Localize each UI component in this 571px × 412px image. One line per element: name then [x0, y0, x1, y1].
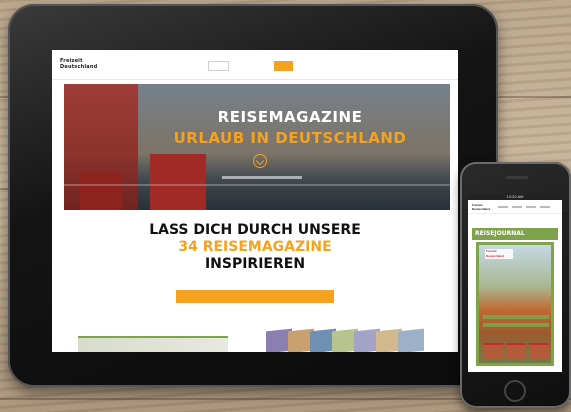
phone-nav-item[interactable] [526, 206, 536, 208]
magazine-stack-right[interactable] [266, 328, 436, 352]
nav-item[interactable] [128, 61, 140, 71]
pitch-line-1: LASS DICH DURCH UNSERE [149, 222, 361, 238]
cover-thumbnail [506, 343, 526, 359]
nav-item[interactable] [235, 61, 247, 71]
cover-strip [483, 323, 549, 327]
site-logo[interactable]: Freizeit Deutschland [60, 58, 122, 74]
pitch-line-3: INSPIRIEREN [204, 256, 306, 272]
hero-banner: REISEMAGAZINE URLAUB IN DEUTSCHLAND [64, 84, 450, 210]
hero-arrow-down-icon[interactable] [253, 154, 267, 168]
phone-home-button-icon[interactable] [504, 380, 526, 402]
nav-item-active[interactable] [207, 61, 229, 71]
nav-item[interactable] [253, 61, 268, 71]
hero-subtitle: URLAUB IN DEUTSCHLAND [173, 129, 407, 147]
journal-cover[interactable]: Freizeit Deutschland [476, 242, 554, 366]
cover-strip [483, 315, 549, 319]
phone-site-logo[interactable]: Freizeit Deutschland [472, 203, 494, 211]
magazine-cover [398, 328, 424, 352]
phone-nav-item[interactable] [540, 206, 550, 208]
hero-caption-text [222, 176, 302, 179]
nav-item[interactable] [167, 61, 179, 71]
main-nav [128, 61, 293, 71]
pitch-line-2: 34 REISEMAGAZINE [178, 239, 332, 255]
nav-item[interactable] [186, 61, 202, 71]
cover-logo: Freizeit Deutschland [485, 249, 513, 259]
hero-beach-chair [80, 172, 122, 210]
tablet-device: Freizeit Deutschland REISEMAGAZINE URLAU… [8, 4, 498, 387]
nav-item[interactable] [146, 61, 161, 71]
phone-device: 13:20 AM Freizeit Deutschland REISEJOURN… [460, 162, 571, 408]
phone-nav-item[interactable] [512, 206, 522, 208]
phone-screen: 13:20 AM Freizeit Deutschland REISEJOURN… [468, 194, 562, 372]
hero-beach-chair [150, 154, 206, 210]
cover-thumbnail [483, 343, 503, 359]
pitch-cta-button[interactable] [176, 290, 334, 303]
journal-title-bar: REISEJOURNAL SACHSEN [472, 228, 558, 249]
tablet-screen: Freizeit Deutschland REISEMAGAZINE URLAU… [52, 50, 458, 352]
hero-title: REISEMAGAZINE [217, 108, 363, 126]
cover-thumbnail [529, 343, 549, 359]
nav-cta-button[interactable] [273, 61, 293, 71]
phone-speaker [506, 176, 528, 179]
magazine-preview-left[interactable] [78, 336, 228, 352]
phone-nav [498, 206, 550, 208]
hero-horizon [64, 184, 450, 186]
pitch-headline: LASS DICH DURCH UNSERE 34 REISEMAGAZINE … [52, 222, 458, 273]
site-header: Freizeit Deutschland [52, 50, 458, 80]
phone-site-header: Freizeit Deutschland [468, 200, 562, 214]
phone-nav-item[interactable] [498, 206, 508, 208]
